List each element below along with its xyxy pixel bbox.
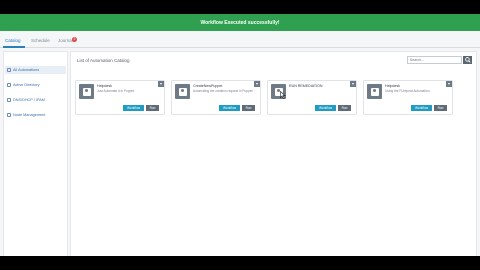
- automation-card: Helpdesk Just Automate it in Puppet ▾ Wo…: [75, 80, 165, 115]
- folder-icon: [7, 98, 11, 102]
- app-screen: Workflow Executed successfully! Catalog …: [0, 14, 480, 256]
- folder-icon: [7, 83, 11, 87]
- automation-card: CreateNewPuppet Automating the creation …: [171, 80, 261, 115]
- folder-icon: [7, 113, 11, 117]
- automation-card: Helpdesk Using the FUrepeat Automation ▾…: [363, 80, 453, 115]
- sidebar-item-dns-dhcp-ipam[interactable]: DNS/DHCP / IPAM: [7, 96, 45, 104]
- tab-schedule[interactable]: Schedule: [31, 38, 50, 43]
- card-description: Automating the creation request in Puppe…: [193, 89, 253, 93]
- page-title: List of Automation Catalog: [77, 58, 130, 63]
- workflow-button[interactable]: Workflow: [315, 105, 336, 111]
- sidebar-item-label: Active Directory: [13, 83, 40, 87]
- automation-icon: [79, 84, 94, 99]
- workflow-button[interactable]: Workflow: [123, 105, 144, 111]
- run-button[interactable]: Run: [434, 105, 447, 111]
- card-name: Helpdesk: [385, 84, 400, 88]
- mouse-cursor-icon: [280, 91, 286, 99]
- sidebar: All Automations Active Directory DNS/DHC…: [3, 51, 68, 256]
- tab-bar: Catalog Schedule Journal 2: [0, 36, 480, 48]
- bottom-letterbox: [0, 256, 480, 270]
- card-name: Helpdesk: [97, 84, 112, 88]
- automation-icon: [175, 84, 190, 99]
- workflow-button[interactable]: Workflow: [219, 105, 240, 111]
- card-menu-button[interactable]: ▾: [350, 81, 356, 87]
- search-button[interactable]: [463, 56, 472, 64]
- card-menu-button[interactable]: ▾: [446, 81, 452, 87]
- success-banner: Workflow Executed successfully!: [0, 14, 480, 31]
- tab-journal[interactable]: Journal: [58, 38, 73, 43]
- sidebar-item-node-management[interactable]: Node Management: [7, 111, 45, 119]
- sidebar-item-label: DNS/DHCP / IPAM: [13, 98, 45, 102]
- top-letterbox: [0, 0, 480, 14]
- journal-badge: 2: [72, 37, 77, 42]
- card-description: Using the FUrepeat Automation: [385, 89, 430, 93]
- run-button[interactable]: Run: [242, 105, 255, 111]
- success-message: Workflow Executed successfully!: [200, 19, 280, 26]
- card-description: Just Automate it in Puppet: [97, 89, 135, 93]
- automation-icon: [367, 84, 382, 99]
- active-tab-indicator: [3, 46, 25, 48]
- card-name: CreateNewPuppet: [193, 84, 223, 88]
- sidebar-item-label: All Automations: [13, 68, 40, 72]
- folder-icon: [7, 68, 11, 72]
- sidebar-item-active-directory[interactable]: Active Directory: [7, 81, 40, 89]
- sidebar-item-all-automations[interactable]: All Automations: [5, 66, 66, 74]
- card-menu-button[interactable]: ▾: [158, 81, 164, 87]
- run-button[interactable]: Run: [338, 105, 351, 111]
- card-name: RUN REMEDIATION: [289, 84, 323, 88]
- sidebar-item-label: Node Management: [13, 113, 46, 117]
- run-button[interactable]: Run: [146, 105, 159, 111]
- search-icon: [464, 57, 471, 63]
- catalog-panel: List of Automation Catalog Helpdesk Just…: [70, 51, 477, 256]
- card-menu-button[interactable]: ▾: [254, 81, 260, 87]
- tab-catalog[interactable]: Catalog: [5, 38, 21, 43]
- workflow-button[interactable]: Workflow: [411, 105, 432, 111]
- search-input[interactable]: [407, 56, 462, 64]
